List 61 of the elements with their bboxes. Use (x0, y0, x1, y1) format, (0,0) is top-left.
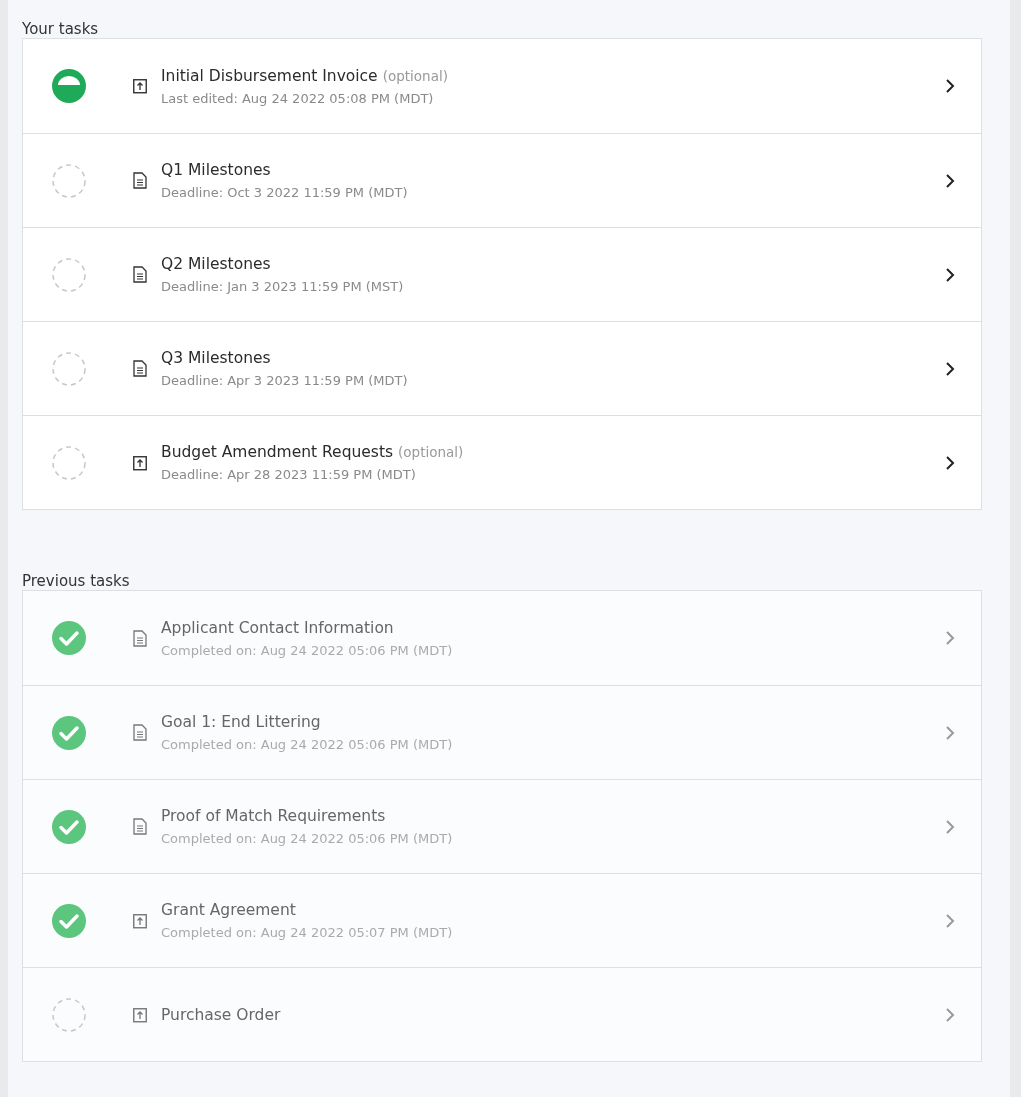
chevron-right-icon (945, 724, 955, 741)
task-title: Applicant Contact Information (161, 618, 395, 637)
dashed-circle-icon (51, 996, 87, 1033)
task-title: Q2 Milestones (161, 255, 272, 273)
dashed-circle-icon (51, 162, 87, 199)
task-title: Grant Agreement (161, 901, 297, 919)
task-date: Completed on: Aug 24 2022 05:06 PM (MDT) (161, 737, 454, 752)
document-icon (133, 172, 147, 189)
check-circle-icon (51, 902, 87, 939)
section-heading: Your tasks (22, 20, 99, 38)
document-icon (133, 266, 147, 283)
task-row[interactable]: Goal 1: End Littering Completed on: Aug 24 2022 05:06 PM (MDT) (23, 685, 981, 779)
chevron-right-icon (945, 1006, 955, 1023)
task-title: Budget Amendment Requests (optional) (161, 443, 465, 461)
check-circle-icon (51, 714, 87, 751)
chevron-right-icon (945, 818, 955, 835)
chevron-right-icon (945, 454, 955, 471)
chevron-right-icon (945, 360, 955, 377)
task-row[interactable]: Q2 Milestones Deadline: Jan 3 2023 11:59 PM (MST) (23, 227, 981, 321)
chevron-right-icon (945, 266, 955, 283)
task-row[interactable]: Grant Agreement Completed on: Aug 24 2022 05:07 PM (MDT) (23, 873, 981, 967)
task-row[interactable]: Q1 Milestones Deadline: Oct 3 2022 11:59 PM (MDT) (23, 133, 981, 227)
dashed-circle-icon (51, 444, 87, 481)
half-filled-circle-icon (51, 68, 87, 104)
task-row[interactable]: Initial Disbursement Invoice (optional) Last edited: Aug 24 2022 05:08 PM (MDT) (23, 39, 981, 133)
check-circle-icon (51, 620, 87, 656)
task-row[interactable]: Applicant Contact Information Completed on: Aug 24 2022 05:06 PM (MDT) (23, 591, 981, 685)
check-circle-icon (51, 808, 87, 845)
task-title: Initial Disbursement Invoice (optional) (161, 66, 449, 85)
document-icon (133, 360, 147, 377)
chevron-right-icon (945, 630, 955, 646)
task-title: Proof of Match Requirements (161, 807, 387, 825)
task-row[interactable]: Budget Amendment Requests (optional) Deadline: Apr 28 2023 11:59 PM (MDT) (23, 415, 981, 509)
task-date: Deadline: Oct 3 2022 11:59 PM (MDT) (161, 185, 409, 200)
task-date: Deadline: Apr 28 2023 11:59 PM (MDT) (161, 467, 417, 482)
task-row[interactable]: Q3 Milestones Deadline: Apr 3 2023 11:59 PM (MDT) (23, 321, 981, 415)
dashed-circle-icon (51, 256, 87, 293)
upload-icon (133, 454, 147, 471)
upload-icon (133, 912, 147, 929)
task-date: Deadline: Apr 3 2023 11:59 PM (MDT) (161, 373, 409, 388)
section-heading: Previous tasks (22, 572, 130, 590)
chevron-right-icon (945, 172, 955, 189)
document-icon (133, 818, 147, 835)
chevron-right-icon (945, 78, 955, 94)
document-icon (133, 629, 147, 647)
task-row[interactable]: Proof of Match Requirements Completed on: Aug 24 2022 05:06 PM (MDT) (23, 779, 981, 873)
upload-icon (133, 1006, 147, 1023)
task-title: Q1 Milestones (161, 161, 272, 179)
task-title: Goal 1: End Littering (161, 713, 322, 731)
document-icon (133, 724, 147, 741)
upload-icon (133, 78, 147, 94)
task-row[interactable]: Purchase Order (23, 967, 981, 1061)
task-title: Q3 Milestones (161, 349, 272, 367)
task-date: Last edited: Aug 24 2022 05:08 PM (MDT) (161, 90, 435, 106)
task-date: Completed on: Aug 24 2022 05:07 PM (MDT) (161, 925, 454, 940)
task-date: Completed on: Aug 24 2022 05:06 PM (MDT) (161, 831, 454, 846)
task-date: Completed on: Aug 24 2022 05:06 PM (MDT) (161, 642, 454, 658)
dashed-circle-icon (51, 350, 87, 387)
task-title: Purchase Order (161, 1005, 282, 1024)
chevron-right-icon (945, 912, 955, 929)
task-date: Deadline: Jan 3 2023 11:59 PM (MST) (161, 279, 405, 294)
